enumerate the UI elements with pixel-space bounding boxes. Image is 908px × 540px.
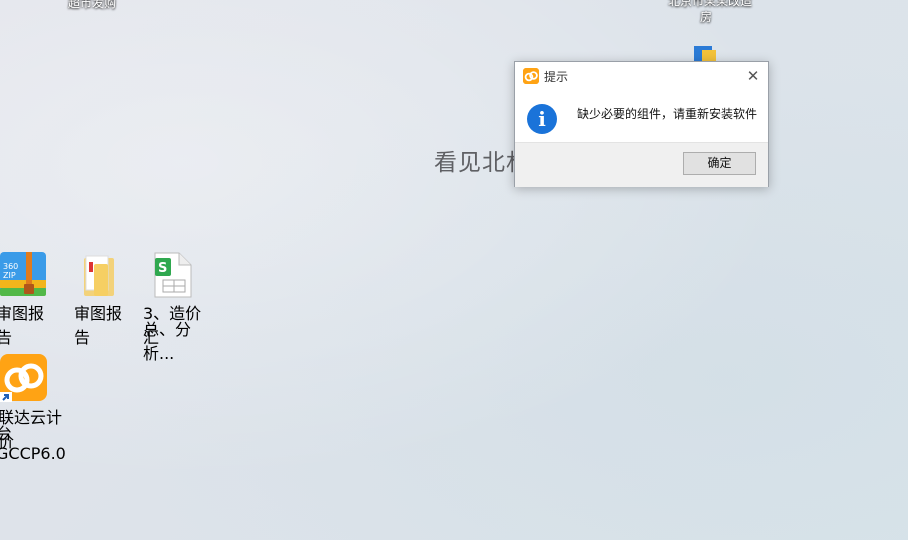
ok-button[interactable]: 确定 (683, 152, 756, 175)
zip-archive-icon: 360 ZIP (0, 252, 46, 296)
desktop-label-partial[interactable]: 超市发购 (68, 0, 116, 11)
close-icon[interactable]: ✕ (744, 67, 762, 85)
desktop-icon-zip[interactable]: 360 ZIP 审图报告 (0, 250, 60, 347)
desktop-icon-label: 审图报告 (74, 304, 123, 347)
desktop-icon-label-line2: 台GCCP6.0 (0, 424, 66, 463)
desktop-icon-folder[interactable]: 审图报告 (70, 252, 130, 347)
desktop-label-partial-right-2[interactable]: 房 (700, 8, 712, 25)
folder-icon (84, 255, 114, 296)
dialog-title-bar[interactable]: 提示 ✕ (515, 62, 768, 91)
svg-text:S: S (158, 261, 167, 276)
dialog-footer: 确定 (515, 142, 768, 187)
spreadsheet-icon: S (154, 252, 192, 298)
dialog-title: 提示 (544, 70, 569, 84)
dialog-message: 缺少必要的组件，请重新安装软件 (577, 107, 758, 121)
app-logo-icon (523, 68, 539, 84)
info-icon: i (527, 104, 557, 134)
message-dialog: 提示 ✕ i 缺少必要的组件，请重新安装软件 确定 (514, 61, 769, 187)
svg-text:ZIP: ZIP (3, 271, 16, 280)
desktop-icon-spreadsheet[interactable]: S 3、造价汇 总、分析... (143, 252, 207, 363)
desktop-icon-label: 审图报告 (0, 304, 45, 347)
svg-text:360: 360 (3, 262, 18, 271)
desktop-icon-gccp[interactable]: 联达云计价 台GCCP6.0 (0, 354, 66, 463)
gccp-app-icon (0, 354, 47, 402)
desktop-icon-label-line2: 总、分析... (143, 320, 192, 363)
